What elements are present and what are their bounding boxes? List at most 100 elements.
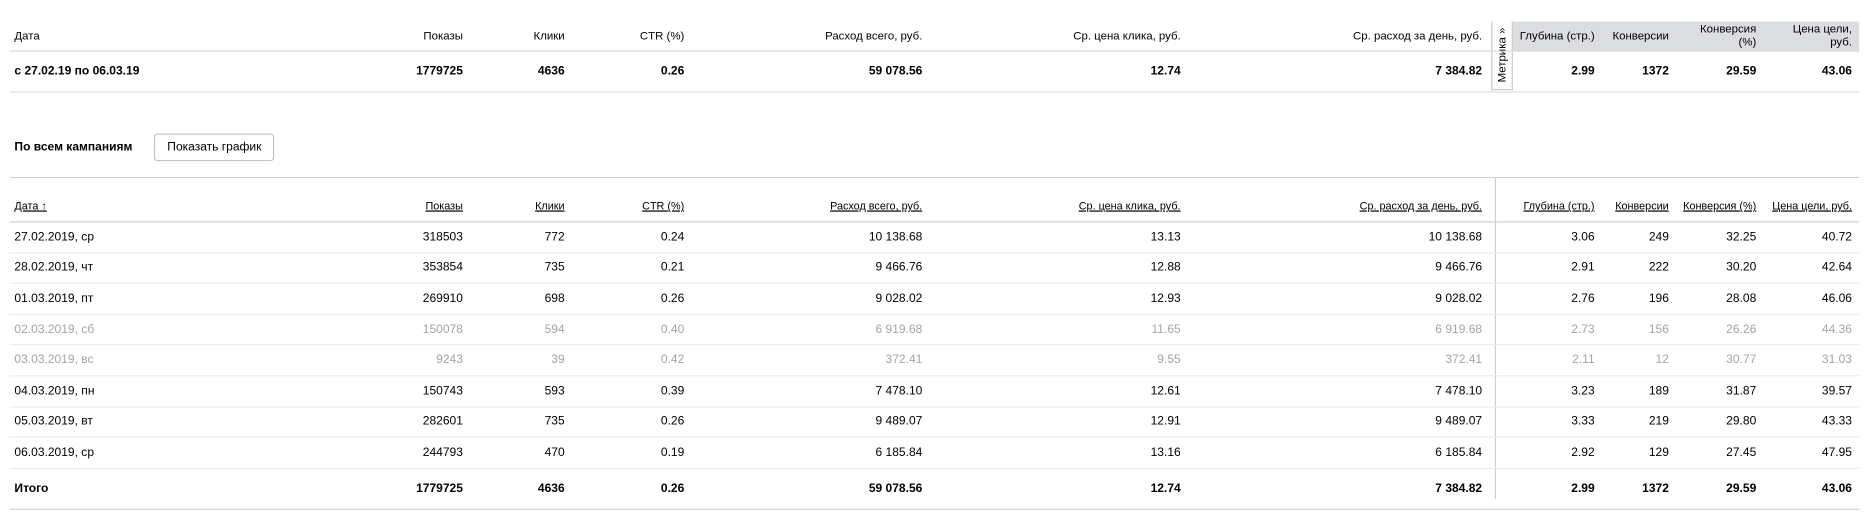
summary-table: Метрика » Дата Показы Клики CTR (%) Расх…: [9, 21, 1860, 93]
row-conversion-rate: 31.87: [1726, 384, 1757, 398]
row-conversion-rate: 30.20: [1726, 261, 1757, 275]
row-cpc: 11.65: [1151, 322, 1181, 337]
row-date: 05.03.2019, вт: [14, 415, 93, 429]
table-row: 01.03.2019, пт 269910 698 0.26 9 028.02 …: [9, 284, 1860, 315]
sort-by-spend-link[interactable]: Расход всего, руб.: [691, 188, 929, 212]
summary-date-range: с 27.02.19 по 06.03.19: [14, 64, 140, 79]
daily-stats-table: Дата ↑ Показы Клики CTR (%) Расход всего…: [9, 176, 1860, 510]
row-spend: 372.41: [885, 353, 923, 367]
sort-by-depth-link[interactable]: Глубина (стр.): [1504, 188, 1602, 212]
row-impressions: 353854: [422, 261, 463, 275]
col-header-conversions: Конверсии: [1612, 29, 1669, 43]
row-spend: 9 028.02: [875, 292, 923, 306]
col-header-spend: Расход всего, руб.: [825, 29, 923, 43]
col-header-ctr: CTR (%): [639, 29, 685, 43]
sort-by-impressions-link[interactable]: Показы: [279, 188, 470, 212]
row-conversions: 249: [1648, 230, 1669, 244]
row-clicks: 772: [544, 230, 565, 244]
sort-by-daily-spend-link[interactable]: Ср. расход за день, руб.: [1188, 188, 1489, 212]
row-cpc: 12.91: [1150, 415, 1181, 429]
row-depth: 2.91: [1571, 261, 1595, 275]
summary-cpc: 12.74: [1150, 64, 1181, 79]
summary-header-row: Дата Показы Клики CTR (%) Расход всего, …: [9, 22, 1860, 52]
total-conversion-rate: 29.59: [1726, 481, 1757, 496]
row-conversion-rate: 29.80: [1726, 415, 1757, 429]
row-conversions: 196: [1648, 292, 1669, 306]
row-daily-spend: 372.41: [1445, 353, 1483, 367]
table-row: 28.02.2019, чт 353854 735 0.21 9 466.76 …: [9, 253, 1860, 285]
campaign-controls: По всем кампаниям Показать график: [14, 133, 275, 162]
row-impressions: 269910: [422, 292, 463, 306]
table-row-weekend: 02.03.2019, сб 150078 594 0.40 6 919.68 …: [9, 315, 1860, 346]
row-spend: 9 489.07: [875, 415, 923, 429]
row-conversions: 219: [1648, 415, 1669, 429]
summary-conversions: 1372: [1642, 64, 1669, 79]
row-daily-spend: 6 185.84: [1435, 446, 1483, 460]
col-header-date: Дата: [14, 29, 40, 43]
row-date: 27.02.2019, ср: [14, 230, 95, 244]
summary-goal-cost: 43.06: [1821, 64, 1853, 79]
table-header-row: Дата ↑ Показы Клики CTR (%) Расход всего…: [9, 178, 1860, 223]
row-impressions: 318503: [422, 230, 463, 244]
row-depth: 3.33: [1571, 415, 1595, 429]
row-depth: 2.73: [1571, 322, 1595, 337]
row-goal-cost: 39.57: [1821, 384, 1853, 398]
row-daily-spend: 6 919.68: [1435, 322, 1483, 337]
campaign-scope-label: По всем кампаниям: [14, 140, 133, 154]
row-clicks: 593: [544, 384, 565, 398]
row-ctr: 0.26: [660, 292, 685, 306]
row-conversion-rate: 30.77: [1726, 353, 1757, 367]
total-depth: 2.99: [1571, 481, 1595, 496]
col-header-conversion-rate: Конверсия (%): [1700, 22, 1757, 50]
table-total-row: Итого 1779725 4636 0.26 59 078.56 12.74 …: [9, 469, 1860, 510]
row-spend: 9 466.76: [875, 261, 923, 275]
row-cpc: 12.88: [1150, 261, 1181, 275]
row-date: 04.03.2019, пн: [14, 384, 95, 398]
row-goal-cost: 40.72: [1821, 230, 1853, 244]
row-conversions: 222: [1648, 261, 1669, 275]
row-date: 03.03.2019, вс: [14, 353, 94, 367]
row-spend: 6 185.84: [875, 446, 923, 460]
row-depth: 2.11: [1572, 353, 1595, 367]
row-conversions: 156: [1648, 322, 1669, 337]
row-impressions: 282601: [422, 415, 463, 429]
row-spend: 7 478.10: [875, 384, 923, 398]
row-impressions: 9243: [436, 353, 463, 367]
row-clicks: 698: [544, 292, 565, 306]
row-ctr: 0.26: [660, 415, 685, 429]
sort-by-goal-cost-link[interactable]: Цена цели, руб.: [1763, 188, 1859, 212]
row-conversions: 129: [1648, 446, 1669, 460]
row-daily-spend: 9 489.07: [1435, 415, 1483, 429]
summary-spend: 59 078.56: [868, 64, 923, 79]
total-cpc: 12.74: [1150, 481, 1181, 496]
row-ctr: 0.39: [660, 384, 685, 398]
sort-by-conversion-rate-link[interactable]: Конверсия (%): [1676, 188, 1764, 212]
sort-by-ctr-link[interactable]: CTR (%): [572, 188, 692, 212]
row-clicks: 594: [544, 322, 565, 337]
sort-by-cpc-link[interactable]: Ср. цена клика, руб.: [929, 188, 1187, 212]
table-row: 05.03.2019, вт 282601 735 0.26 9 489.07 …: [9, 407, 1860, 438]
summary-daily-spend: 7 384.82: [1435, 64, 1483, 79]
row-daily-spend: 7 478.10: [1435, 384, 1483, 398]
total-goal-cost: 43.06: [1821, 481, 1853, 496]
row-ctr: 0.42: [660, 353, 685, 367]
row-clicks: 470: [544, 446, 565, 460]
row-cpc: 13.13: [1150, 230, 1181, 244]
row-daily-spend: 9 028.02: [1435, 292, 1483, 306]
col-header-impressions: Показы: [423, 29, 463, 43]
row-date: 06.03.2019, ср: [14, 446, 95, 460]
row-ctr: 0.40: [660, 322, 685, 337]
sort-by-conversions-link[interactable]: Конверсии: [1602, 188, 1676, 212]
summary-values-row: с 27.02.19 по 06.03.19 1779725 4636 0.26…: [9, 52, 1860, 93]
row-spend: 6 919.68: [875, 322, 923, 337]
row-cpc: 12.61: [1150, 384, 1181, 398]
row-date: 02.03.2019, сб: [14, 322, 95, 337]
sort-by-date-link[interactable]: Дата ↑: [10, 188, 279, 212]
sort-by-clicks-link[interactable]: Клики: [470, 188, 572, 212]
summary-depth: 2.99: [1571, 64, 1595, 79]
row-conversions: 189: [1648, 384, 1669, 398]
row-depth: 3.06: [1571, 230, 1595, 244]
row-clicks: 735: [544, 261, 565, 275]
show-chart-button[interactable]: Показать график: [154, 133, 275, 162]
summary-clicks: 4636: [537, 64, 565, 79]
